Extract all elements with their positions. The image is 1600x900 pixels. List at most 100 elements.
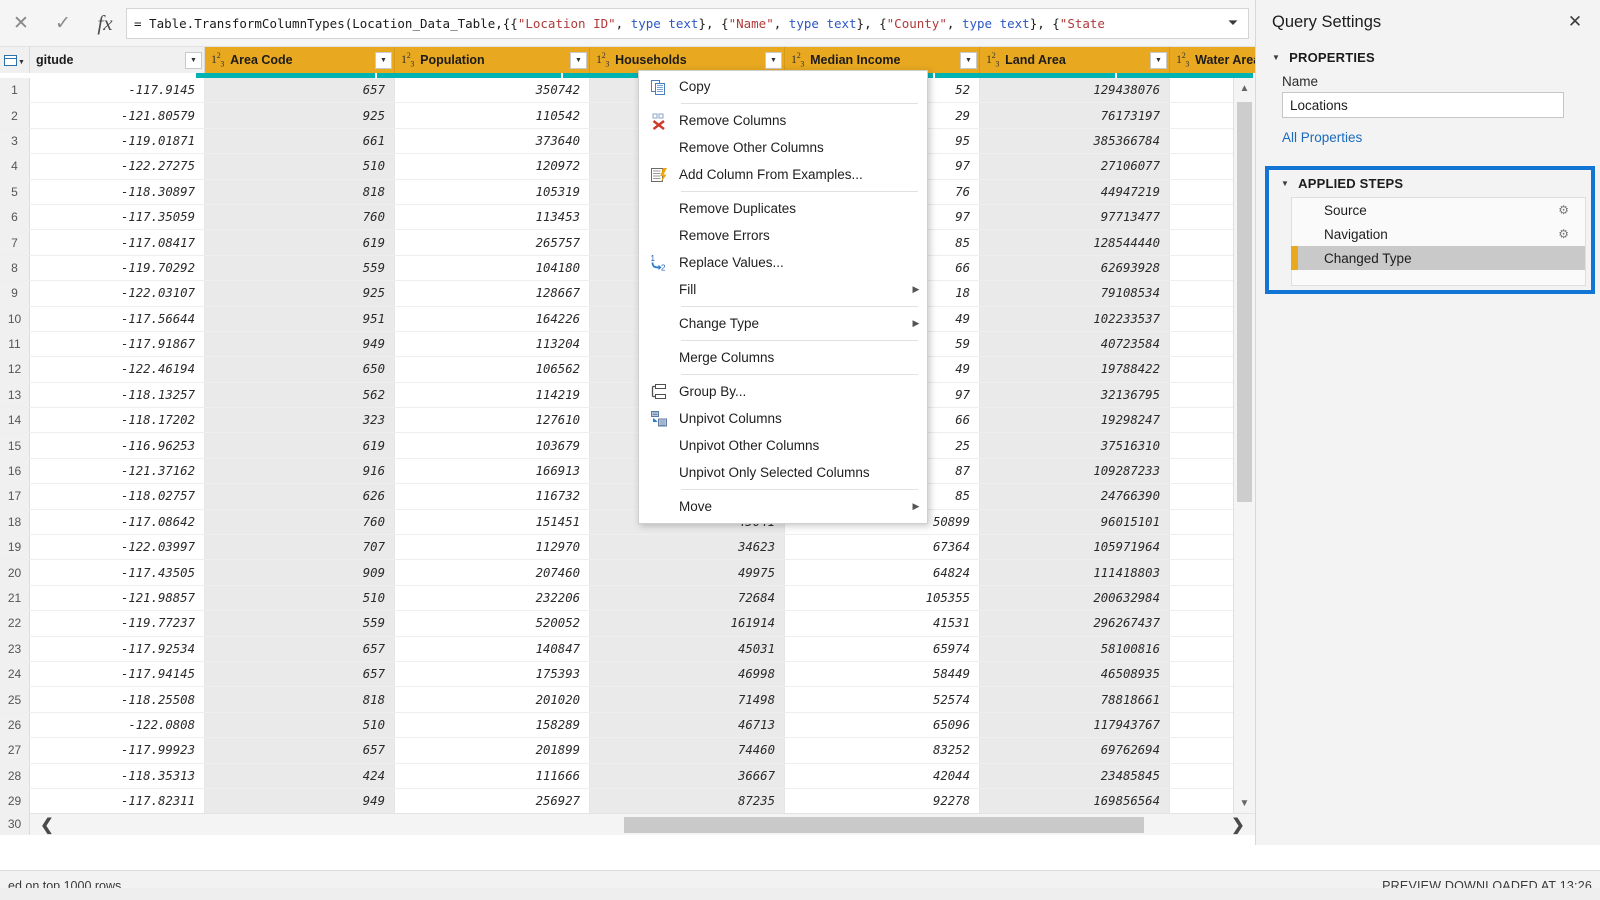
table-cell[interactable]: -118.02757	[30, 484, 205, 509]
table-cell[interactable]: 201020	[395, 687, 590, 712]
table-row[interactable]: 13 -118.13257 562 114219 97 32136795	[0, 382, 1255, 409]
table-row[interactable]: 5 -118.30897 818 105319 76 44947219	[0, 179, 1255, 205]
table-cell[interactable]: 626	[205, 484, 395, 509]
column-filter-dropdown-icon[interactable]: ▼	[960, 51, 977, 69]
table-cell[interactable]: 72684	[590, 585, 785, 611]
table-cell[interactable]: -117.99923	[30, 738, 205, 763]
column-header[interactable]: 123 Land Area ▼	[980, 47, 1170, 73]
horizontal-scroll-track[interactable]	[64, 814, 1221, 836]
menu-item[interactable]: Unpivot Other Columns	[639, 432, 927, 459]
scroll-up-icon[interactable]: ▲	[1234, 78, 1255, 98]
table-cell[interactable]: -117.9145	[30, 78, 205, 103]
table-cell[interactable]: 657	[205, 636, 395, 661]
table-row[interactable]: 11 -117.91867 949 113204 59 40723584	[0, 331, 1255, 358]
table-cell[interactable]: 46713	[590, 712, 785, 738]
table-cell[interactable]: 559	[205, 611, 395, 636]
horizontal-scrollbar[interactable]: ❮ ❯	[30, 813, 1255, 835]
column-filter-dropdown-icon[interactable]: ▼	[765, 51, 782, 69]
vertical-scroll-thumb[interactable]	[1237, 102, 1252, 502]
table-cell[interactable]: 19788422	[980, 357, 1170, 382]
check-icon[interactable]: ✓	[42, 0, 84, 47]
table-cell[interactable]: -118.35313	[30, 763, 205, 788]
table-cell[interactable]: 62693928	[980, 255, 1170, 281]
menu-item[interactable]: Add Column From Examples...	[639, 161, 927, 188]
table-cell[interactable]: 909	[205, 560, 395, 585]
menu-item[interactable]: Unpivot Only Selected Columns	[639, 459, 927, 486]
table-cell[interactable]: -121.98857	[30, 585, 205, 611]
scroll-down-icon[interactable]: ▼	[1234, 793, 1255, 813]
table-cell[interactable]: 111666	[395, 763, 590, 788]
properties-section-header[interactable]: ▼ PROPERTIES	[1256, 44, 1600, 70]
table-cell[interactable]: 925	[205, 281, 395, 306]
table-cell[interactable]: 105355	[785, 585, 980, 611]
table-cell[interactable]: 76173197	[980, 103, 1170, 128]
formula-input[interactable]: = Table.TransformColumnTypes(Location_Da…	[126, 7, 1249, 39]
table-row[interactable]: 26 -122.0808 510 158289 46713 65096 117943767	[0, 712, 1255, 739]
table-cell[interactable]: 951	[205, 306, 395, 331]
table-cell[interactable]: -119.01871	[30, 128, 205, 154]
column-filter-dropdown-icon[interactable]: ▼	[1150, 51, 1167, 69]
table-cell[interactable]: 46998	[590, 661, 785, 687]
table-row[interactable]: 8 -119.70292 559 104180 66 62693928	[0, 255, 1255, 282]
table-cell[interactable]: -122.46194	[30, 357, 205, 382]
table-cell[interactable]: 116732	[395, 484, 590, 509]
menu-item[interactable]: Copy	[639, 73, 927, 100]
table-cell[interactable]: 41531	[785, 611, 980, 636]
table-cell[interactable]: 67364	[785, 535, 980, 560]
table-cell[interactable]: -117.91867	[30, 331, 205, 357]
table-cell[interactable]: 164226	[395, 306, 590, 331]
table-cell[interactable]: 58100816	[980, 636, 1170, 661]
table-cell[interactable]: 71498	[590, 687, 785, 712]
table-cell[interactable]: 265757	[395, 230, 590, 255]
table-cell[interactable]: 32136795	[980, 382, 1170, 408]
table-cell[interactable]: 128544440	[980, 230, 1170, 255]
table-cell[interactable]: 175393	[395, 661, 590, 687]
table-cell[interactable]: 37516310	[980, 433, 1170, 458]
table-cell[interactable]: 65096	[785, 712, 980, 738]
table-cell[interactable]: 760	[205, 204, 395, 230]
table-row[interactable]: 6 -117.35059 760 113453 97 97713477	[0, 204, 1255, 231]
table-cell[interactable]: -118.25508	[30, 687, 205, 712]
table-cell[interactable]: 562	[205, 382, 395, 408]
table-cell[interactable]: 916	[205, 458, 395, 484]
table-cell[interactable]: 127610	[395, 408, 590, 433]
table-cell[interactable]: 128667	[395, 281, 590, 306]
table-cell[interactable]: 200632984	[980, 585, 1170, 611]
table-row[interactable]: 7 -117.08417 619 265757 85 128544440	[0, 230, 1255, 256]
table-cell[interactable]: 161914	[590, 611, 785, 636]
table-cell[interactable]: 23485845	[980, 763, 1170, 788]
table-cell[interactable]: 114219	[395, 382, 590, 408]
table-row[interactable]: 21 -121.98857 510 232206 72684 105355 20063298…	[0, 585, 1255, 612]
table-row[interactable]: 16 -121.37162 916 166913 87 109287233	[0, 458, 1255, 485]
table-cell[interactable]: 129438076	[980, 78, 1170, 103]
column-filter-dropdown-icon[interactable]: ▼	[185, 51, 202, 69]
table-cell[interactable]: 117943767	[980, 712, 1170, 738]
horizontal-scroll-thumb[interactable]	[624, 816, 1144, 833]
close-icon[interactable]: ✕	[0, 0, 42, 47]
table-cell[interactable]: 151451	[395, 509, 590, 535]
table-cell[interactable]: 510	[205, 585, 395, 611]
table-row[interactable]: 22 -119.77237 559 520052 161914 41531 29626743…	[0, 611, 1255, 637]
table-row[interactable]: 3 -119.01871 661 373640 95 385366784	[0, 128, 1255, 155]
table-cell[interactable]: 106562	[395, 357, 590, 382]
table-cell[interactable]: -117.08417	[30, 230, 205, 255]
table-row[interactable]: 29 -117.82311 949 256927 87235 92278 169856564	[0, 788, 1255, 813]
table-cell[interactable]: 510	[205, 154, 395, 179]
table-cell[interactable]: 87235	[590, 788, 785, 813]
table-cell[interactable]: 111418803	[980, 560, 1170, 585]
table-cell[interactable]: 661	[205, 128, 395, 154]
table-cell[interactable]: -122.0808	[30, 712, 205, 738]
table-cell[interactable]: 103679	[395, 433, 590, 458]
table-cell[interactable]: 510	[205, 712, 395, 738]
menu-item[interactable]: Unpivot Columns	[639, 405, 927, 432]
table-row[interactable]: 18-117.08642760151451450415089996015101	[0, 509, 1255, 536]
table-cell[interactable]: 49975	[590, 560, 785, 585]
table-cell[interactable]: 350742	[395, 78, 590, 103]
table-cell[interactable]: -118.30897	[30, 179, 205, 204]
table-cell[interactable]: 207460	[395, 560, 590, 585]
table-cell[interactable]: 79108534	[980, 281, 1170, 306]
table-cell[interactable]: 105319	[395, 179, 590, 204]
table-cell[interactable]: 42044	[785, 763, 980, 788]
table-cell[interactable]: -117.43505	[30, 560, 205, 585]
table-row[interactable]: 4 -122.27275 510 120972 97 27106077	[0, 154, 1255, 180]
